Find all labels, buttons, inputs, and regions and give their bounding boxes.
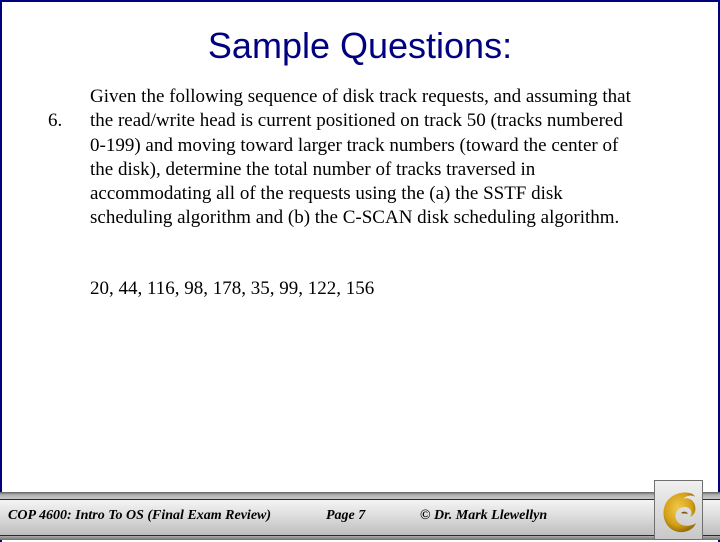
footer-course: COP 4600: Intro To OS (Final Exam Review… bbox=[8, 508, 272, 523]
pegasus-logo-icon bbox=[663, 492, 696, 533]
slide-frame bbox=[0, 0, 720, 542]
request-sequence: 20, 44, 116, 98, 178, 35, 99, 122, 156 bbox=[90, 278, 375, 299]
question-number: 6. bbox=[48, 110, 63, 131]
question-text: Given the following sequence of disk tra… bbox=[90, 86, 631, 229]
footer-page: Page 7 bbox=[326, 508, 366, 523]
logo-box bbox=[654, 480, 703, 540]
slide-title: Sample Questions: bbox=[207, 25, 513, 66]
footer-copyright: © Dr. Mark Llewellyn bbox=[420, 508, 548, 523]
